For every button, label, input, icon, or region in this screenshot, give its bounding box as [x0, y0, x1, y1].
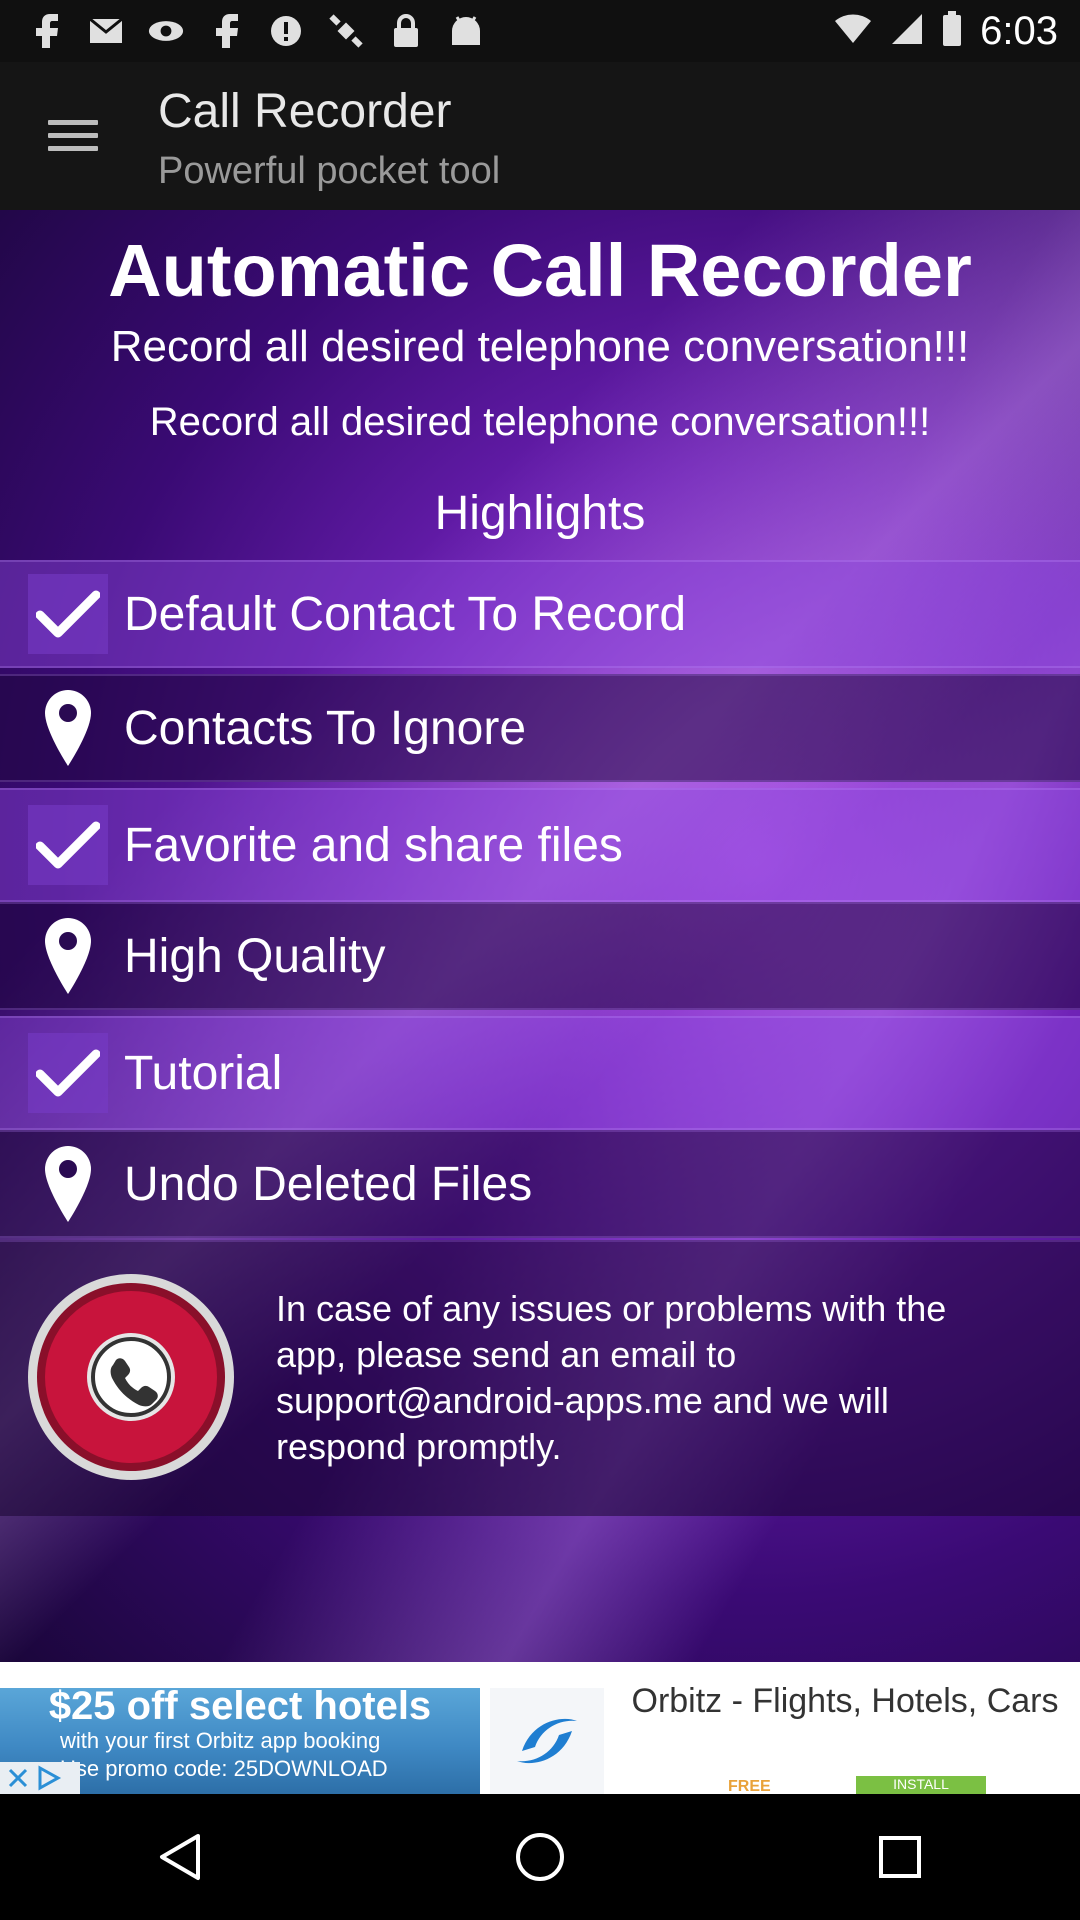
system-status: 6:03 [834, 9, 1058, 54]
status-bar: 6:03 [0, 0, 1080, 62]
support-panel: In case of any issues or problems with t… [0, 1240, 1080, 1516]
android-icon [448, 13, 484, 49]
eye-icon [148, 13, 184, 49]
lock-icon [388, 13, 424, 49]
checkmark-icon [28, 805, 108, 885]
ad-banner[interactable]: $25 off select hotels with your first Or… [0, 1662, 1080, 1794]
checkmark-icon [28, 1033, 108, 1113]
highlight-label: Undo Deleted Files [124, 1157, 533, 1211]
highlight-label: Tutorial [124, 1046, 283, 1100]
facebook-icon [208, 13, 244, 49]
subtitle-secondary: Record all desired telephone conversatio… [149, 400, 931, 444]
location-pin-icon [28, 688, 108, 768]
app-title: Call Recorder [158, 85, 452, 138]
orbitz-logo-icon [490, 1688, 604, 1794]
location-pin-icon [28, 916, 108, 996]
support-message: In case of any issues or problems with t… [276, 1288, 947, 1467]
ad-footer-left: FREE [728, 1778, 771, 1794]
subtitle-primary: Record all desired telephone conversatio… [110, 322, 970, 371]
hamburger-menu-icon[interactable] [48, 120, 98, 156]
highlight-label: Default Contact To Record [124, 587, 687, 641]
app-bar: Call Recorder Powerful pocket tool [0, 62, 1080, 210]
navigation-bar [0, 1794, 1080, 1920]
adchoices-icon [38, 1765, 62, 1791]
app-subtitle: Powerful pocket tool [158, 150, 501, 192]
clock: 6:03 [980, 8, 1058, 53]
facebook-icon [28, 13, 64, 49]
highlight-label: Contacts To Ignore [124, 701, 527, 755]
highlights-heading: Highlights [434, 487, 646, 540]
main-content[interactable]: Automatic Call Recorder Record all desir… [0, 210, 1080, 1662]
checkmark-icon [28, 574, 108, 654]
close-icon [8, 1768, 28, 1788]
notification-icons [28, 13, 484, 49]
ad-close-controls[interactable] [0, 1762, 80, 1794]
highlight-item-contacts-ignore[interactable]: Contacts To Ignore [0, 674, 1080, 782]
home-icon[interactable] [500, 1817, 580, 1897]
location-pin-icon [28, 1144, 108, 1224]
mail-icon [88, 13, 124, 49]
wifi-icon [834, 13, 872, 50]
highlight-item-tutorial[interactable]: Tutorial [0, 1016, 1080, 1130]
ad-line-1: with your first Orbitz app booking [60, 1728, 381, 1753]
highlight-label: Favorite and share files [124, 818, 623, 872]
info-icon [268, 13, 304, 49]
page-title: Automatic Call Recorder [108, 229, 972, 312]
highlight-item-favorite-share[interactable]: Favorite and share files [0, 788, 1080, 902]
satellite-icon [328, 13, 364, 49]
recents-icon[interactable] [860, 1817, 940, 1897]
ad-line-2: Use promo code: 25DOWNLOAD [60, 1756, 388, 1781]
record-button[interactable] [26, 1272, 236, 1482]
ad-headline: $25 off select hotels [48, 1684, 432, 1728]
highlight-item-undo-deleted[interactable]: Undo Deleted Files [0, 1130, 1080, 1238]
ad-install-button[interactable]: INSTALL [856, 1776, 986, 1794]
ad-title: Orbitz - Flights, Hotels, Cars [631, 1682, 1059, 1720]
highlight-item-default-contact[interactable]: Default Contact To Record [0, 560, 1080, 668]
back-icon[interactable] [140, 1817, 220, 1897]
battery-icon [942, 10, 962, 52]
signal-icon [890, 12, 924, 51]
highlight-item-high-quality[interactable]: High Quality [0, 902, 1080, 1010]
highlight-label: High Quality [124, 929, 386, 983]
